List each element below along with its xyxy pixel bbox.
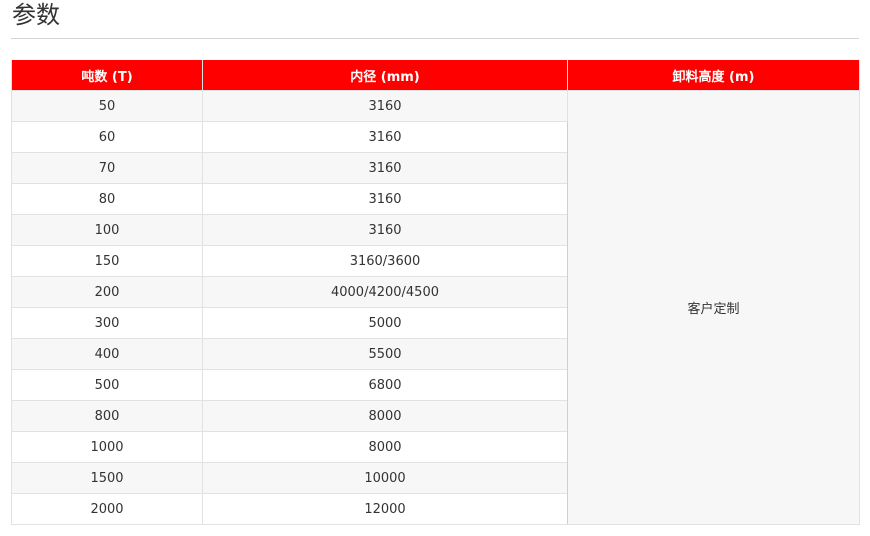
cell-inner-diameter: 10000 [202,462,568,494]
cell-inner-diameter: 3160 [202,152,568,184]
cell-tonnage: 1000 [11,431,203,463]
cell-tonnage: 500 [11,369,203,401]
header-inner-diameter: 内径 (mm) [202,60,568,91]
cell-tonnage: 300 [11,307,203,339]
cell-inner-diameter: 4000/4200/4500 [202,276,568,308]
cell-tonnage: 70 [11,152,203,184]
table-body: 50 3160 客户定制 60 3160 70 3160 80 3160 100 3160 150 31… [11,90,860,525]
cell-inner-diameter: 3160 [202,214,568,246]
header-tonnage: 吨数 (T) [11,60,203,91]
cell-tonnage: 1500 [11,462,203,494]
heading-divider [11,38,859,39]
cell-discharge-height: 客户定制 [567,90,860,525]
table-header-row: 吨数 (T) 内径 (mm) 卸料高度 (m) [11,60,860,91]
cell-tonnage: 80 [11,183,203,215]
cell-inner-diameter: 6800 [202,369,568,401]
cell-inner-diameter: 3160 [202,183,568,215]
cell-tonnage: 800 [11,400,203,432]
cell-tonnage: 60 [11,121,203,153]
table-row: 50 3160 客户定制 [11,90,860,525]
cell-inner-diameter: 5500 [202,338,568,370]
cell-tonnage: 150 [11,245,203,277]
cell-tonnage: 2000 [11,493,203,525]
parameters-table: 吨数 (T) 内径 (mm) 卸料高度 (m) 50 3160 客户定制 60 3160… [11,60,860,525]
cell-inner-diameter: 8000 [202,400,568,432]
cell-inner-diameter: 3160 [202,90,568,122]
cell-inner-diameter: 3160/3600 [202,245,568,277]
header-discharge-height: 卸料高度 (m) [567,60,860,91]
cell-tonnage: 400 [11,338,203,370]
cell-tonnage: 100 [11,214,203,246]
cell-inner-diameter: 5000 [202,307,568,339]
cell-tonnage: 200 [11,276,203,308]
cell-inner-diameter: 8000 [202,431,568,463]
cell-inner-diameter: 12000 [202,493,568,525]
section-heading: 参数 [12,1,60,29]
cell-inner-diameter: 3160 [202,121,568,153]
cell-tonnage: 50 [11,90,203,122]
